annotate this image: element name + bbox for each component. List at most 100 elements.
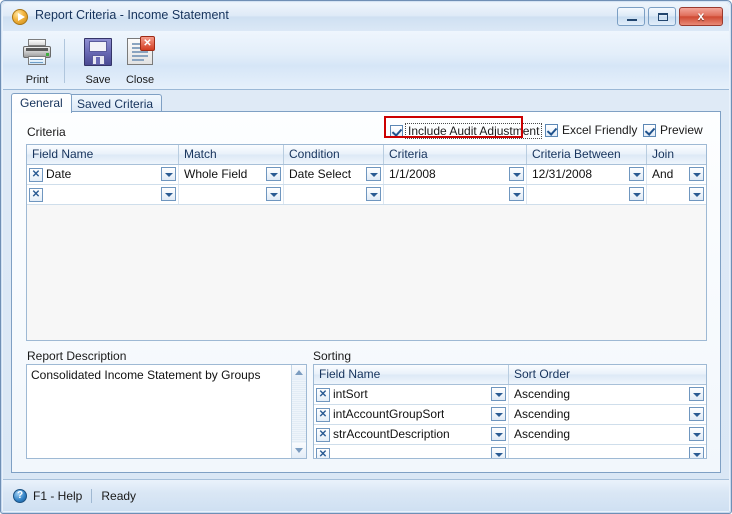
report-description-scrollbar[interactable]	[291, 365, 306, 458]
help-text[interactable]: F1 - Help	[33, 489, 82, 503]
criteria-cell-match[interactable]: Whole Field	[179, 165, 284, 184]
chevron-down-icon[interactable]	[689, 167, 704, 181]
chevron-down-icon[interactable]	[266, 187, 281, 201]
chevron-down-icon[interactable]	[689, 387, 704, 401]
delete-row-icon[interactable]: ✕	[316, 407, 330, 422]
sorting-col-sort-order[interactable]: Sort Order	[509, 365, 706, 384]
sorting-cell-field-name[interactable]: ✕ intSort	[314, 385, 509, 404]
delete-row-icon[interactable]: ✕	[316, 427, 330, 442]
excel-friendly-checkbox-box[interactable]	[545, 123, 558, 137]
sorting-cell-sort-order[interactable]	[509, 445, 706, 458]
criteria-cell-field-name[interactable]: ✕ Date	[27, 165, 179, 184]
scrollbar-track[interactable]	[292, 380, 306, 443]
criteria-cell-join-text: And	[652, 167, 674, 181]
excel-friendly-label: Excel Friendly	[562, 123, 638, 137]
criteria-col-criteria[interactable]: Criteria	[384, 145, 527, 164]
delete-row-icon[interactable]: ✕	[316, 387, 330, 402]
chevron-down-icon[interactable]	[629, 167, 644, 181]
table-row[interactable]: ✕ intAccountGroupSort Ascending	[314, 405, 706, 425]
criteria-cell-join[interactable]: And	[647, 165, 706, 184]
criteria-cell-criteria[interactable]	[384, 185, 527, 204]
sorting-cell-sort-order[interactable]: Ascending	[509, 385, 706, 404]
report-description-value: Consolidated Income Statement by Groups	[31, 368, 261, 382]
criteria-cell-criteria[interactable]: 1/1/2008	[384, 165, 527, 184]
status-bar: ? F1 - Help Ready	[3, 479, 729, 511]
criteria-cell-condition[interactable]: Date Select	[284, 165, 384, 184]
window-title: Report Criteria - Income Statement	[35, 8, 229, 22]
include-audit-adjustment-checkbox[interactable]: Include Audit Adjustment	[390, 123, 543, 139]
chevron-down-icon[interactable]	[689, 407, 704, 421]
printer-icon	[21, 36, 53, 68]
table-row[interactable]: ✕	[314, 445, 706, 458]
criteria-col-match[interactable]: Match	[179, 145, 284, 164]
close-toolbar-button[interactable]: ✕ Close	[113, 34, 167, 88]
tab-general[interactable]: General	[11, 93, 72, 113]
table-row[interactable]: ✕ strAccountDescription Ascending	[314, 425, 706, 445]
criteria-cell-criteria-between[interactable]	[527, 185, 647, 204]
close-button[interactable]: x	[679, 7, 723, 26]
preview-checkbox[interactable]: Preview	[643, 123, 703, 137]
sorting-grid[interactable]: Field Name Sort Order ✕ intSort Ascendin…	[313, 364, 707, 459]
preview-label: Preview	[660, 123, 703, 137]
minimize-button[interactable]	[617, 7, 645, 26]
chevron-down-icon[interactable]	[491, 447, 506, 458]
criteria-grid[interactable]: Field Name Match Condition Criteria Crit…	[26, 144, 707, 341]
chevron-down-icon[interactable]	[366, 187, 381, 201]
maximize-button[interactable]	[648, 7, 676, 26]
criteria-cell-criteria-text: 1/1/2008	[389, 167, 436, 181]
maximize-icon	[658, 13, 668, 21]
chevron-down-icon[interactable]	[491, 407, 506, 421]
delete-row-icon[interactable]: ✕	[29, 167, 43, 182]
close-toolbar-button-label: Close	[125, 74, 155, 86]
chevron-down-icon[interactable]	[689, 187, 704, 201]
chevron-down-icon[interactable]	[161, 187, 176, 201]
chevron-down-icon[interactable]	[491, 387, 506, 401]
chevron-down-icon[interactable]	[266, 167, 281, 181]
sorting-col-field-name[interactable]: Field Name	[314, 365, 509, 384]
table-row[interactable]: ✕ Date Whole Field Date Select 1/1/2008	[27, 165, 706, 185]
criteria-cell-join[interactable]	[647, 185, 706, 204]
scroll-down-icon[interactable]	[292, 443, 306, 458]
criteria-cell-match-text: Whole Field	[184, 167, 248, 181]
minimize-icon	[627, 19, 637, 21]
question-mark-icon[interactable]: ?	[13, 489, 27, 503]
chevron-down-icon[interactable]	[689, 447, 704, 458]
delete-row-icon[interactable]: ✕	[316, 447, 330, 458]
chevron-down-icon[interactable]	[161, 167, 176, 181]
criteria-grid-header: Field Name Match Condition Criteria Crit…	[27, 145, 706, 165]
preview-checkbox-box[interactable]	[643, 123, 656, 137]
report-description-input[interactable]: Consolidated Income Statement by Groups	[26, 364, 307, 459]
delete-row-icon[interactable]: ✕	[29, 187, 43, 202]
chevron-down-icon[interactable]	[629, 187, 644, 201]
sorting-cell-field-name[interactable]: ✕ intAccountGroupSort	[314, 405, 509, 424]
include-audit-adjustment-checkbox-box[interactable]	[390, 124, 403, 138]
sorting-cell-sort-order-text: Ascending	[514, 387, 571, 401]
sorting-cell-sort-order[interactable]: Ascending	[509, 425, 706, 444]
table-row[interactable]: ✕	[27, 185, 706, 205]
chevron-down-icon[interactable]	[366, 167, 381, 181]
criteria-cell-match[interactable]	[179, 185, 284, 204]
criteria-cell-criteria-between[interactable]: 12/31/2008	[527, 165, 647, 184]
criteria-cell-condition-text: Date Select	[289, 167, 352, 181]
sorting-cell-field-name[interactable]: ✕ strAccountDescription	[314, 425, 509, 444]
chevron-down-icon[interactable]	[491, 427, 506, 441]
criteria-col-condition[interactable]: Condition	[284, 145, 384, 164]
sorting-cell-sort-order[interactable]: Ascending	[509, 405, 706, 424]
criteria-col-field-name[interactable]: Field Name	[27, 145, 179, 164]
tab-saved-criteria[interactable]: Saved Criteria	[68, 94, 163, 112]
tab-page-general: Criteria Include Audit Adjustment Excel …	[11, 111, 721, 473]
criteria-cell-condition[interactable]	[284, 185, 384, 204]
print-button[interactable]: Print	[10, 34, 64, 88]
chevron-down-icon[interactable]	[509, 187, 524, 201]
report-description-label: Report Description	[27, 349, 127, 363]
scroll-up-icon[interactable]	[292, 365, 306, 380]
criteria-cell-field-name[interactable]: ✕	[27, 185, 179, 204]
sorting-cell-sort-order-text: Ascending	[514, 407, 571, 421]
sorting-cell-field-name[interactable]: ✕	[314, 445, 509, 458]
criteria-col-join[interactable]: Join	[647, 145, 706, 164]
criteria-col-criteria-between[interactable]: Criteria Between	[527, 145, 647, 164]
chevron-down-icon[interactable]	[509, 167, 524, 181]
excel-friendly-checkbox[interactable]: Excel Friendly	[545, 123, 637, 137]
chevron-down-icon[interactable]	[689, 427, 704, 441]
table-row[interactable]: ✕ intSort Ascending	[314, 385, 706, 405]
